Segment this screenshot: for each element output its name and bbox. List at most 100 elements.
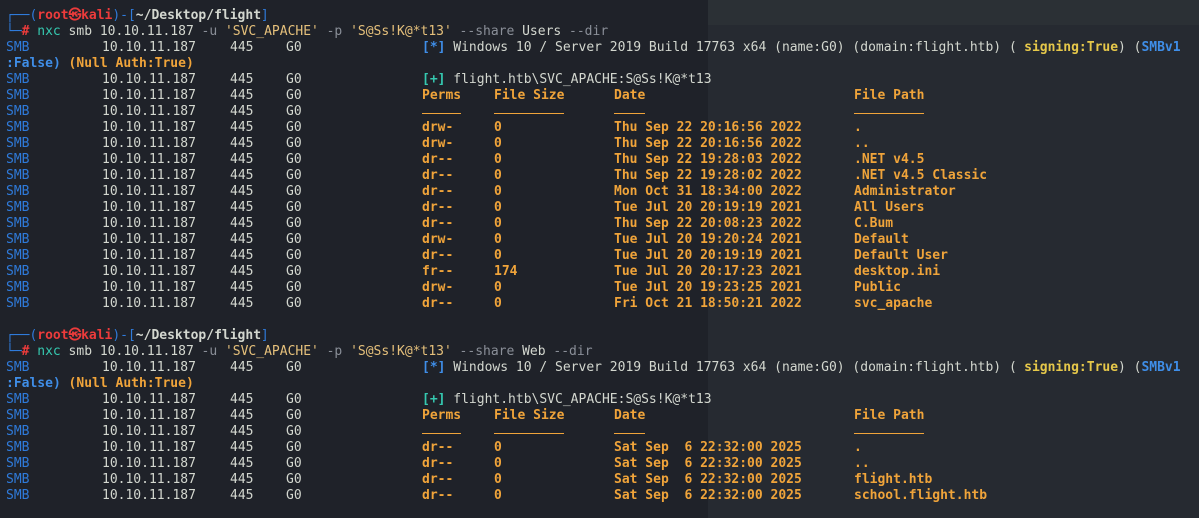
- header-size: File Size: [494, 88, 565, 103]
- target-host: G0: [286, 424, 302, 439]
- info-line: SMB 10.10.11.187 445 G0 [*] Windows 10 / Serv…: [0, 40, 1199, 56]
- protocol-label: SMB: [6, 280, 30, 295]
- prompt-bracket: ]: [260, 8, 269, 23]
- header-path: File Path: [854, 408, 925, 423]
- target-ip: 10.10.11.187: [102, 136, 196, 151]
- listing-row: SMB 10.10.11.187 445 G0 dr-- 0 Tue Jul 20 20:1…: [0, 248, 1199, 264]
- row-size: 0: [494, 216, 502, 231]
- target-port: 445: [230, 472, 254, 487]
- target-port: 445: [230, 264, 254, 279]
- header-perms: Perms: [422, 408, 462, 423]
- row-size: 0: [494, 456, 502, 471]
- target-host: G0: [286, 488, 302, 503]
- header-underline: [422, 104, 462, 114]
- target-port: 445: [230, 280, 254, 295]
- target-port: 445: [230, 296, 254, 311]
- smbv1-status: SMBv1: [1141, 40, 1181, 55]
- target-ip: 10.10.11.187: [102, 280, 196, 295]
- info-text: ) (: [1117, 360, 1142, 375]
- target-host: G0: [286, 248, 302, 263]
- smbv1-status: SMBv1: [1141, 360, 1181, 375]
- target-host: G0: [286, 392, 302, 407]
- protocol-label: SMB: [6, 136, 30, 151]
- target-host: G0: [286, 456, 302, 471]
- header-underline: [614, 104, 646, 114]
- target-ip: 10.10.11.187: [102, 120, 196, 135]
- header-path: File Path: [854, 88, 925, 103]
- target-host: G0: [286, 296, 302, 311]
- info-text: Windows 10 / Server 2019 Build 17763 x64…: [453, 40, 1017, 55]
- target-ip: 10.10.11.187: [102, 152, 196, 167]
- row-path: All Users: [854, 200, 925, 215]
- prompt-path: ~/Desktop/flight: [135, 8, 262, 23]
- target-port: 445: [230, 104, 254, 119]
- target-host: G0: [286, 280, 302, 295]
- prompt-bracket: )-[: [112, 8, 136, 23]
- auth-line: SMB 10.10.11.187 445 G0 [+] flight.htb\SVC_AP…: [0, 72, 1199, 88]
- row-date: Thu Sep 22 19:28:03 2022: [614, 152, 802, 167]
- target-ip: 10.10.11.187: [102, 232, 196, 247]
- row-date: Thu Sep 22 20:08:23 2022: [614, 216, 802, 231]
- listing-header: SMB 10.10.11.187 445 G0 Perms File Size Date Fi…: [0, 408, 1199, 424]
- command-flag: --dir: [553, 344, 593, 359]
- header-date: Date: [614, 88, 646, 103]
- target-ip: 10.10.11.187: [102, 360, 196, 375]
- row-path: ..: [854, 456, 870, 471]
- row-perms: drw-: [422, 120, 454, 135]
- row-size: 0: [494, 296, 502, 311]
- prompt-hash: #: [21, 24, 30, 39]
- target-port: 445: [230, 72, 254, 87]
- prompt-corner: └─: [6, 24, 22, 39]
- target-host: G0: [286, 104, 302, 119]
- row-perms: dr--: [422, 184, 454, 199]
- target-ip: 10.10.11.187: [102, 40, 196, 55]
- row-path: svc_apache: [854, 296, 933, 311]
- target-port: 445: [230, 248, 254, 263]
- target-ip: 10.10.11.187: [102, 472, 196, 487]
- prompt-host: kali: [81, 8, 113, 23]
- target-ip: 10.10.11.187: [102, 88, 196, 103]
- header-underline: [614, 424, 646, 434]
- target-ip: 10.10.11.187: [102, 200, 196, 215]
- row-size: 0: [494, 168, 502, 183]
- info-text: ) (: [1117, 40, 1142, 55]
- row-perms: dr--: [422, 440, 454, 455]
- target-host: G0: [286, 88, 302, 103]
- protocol-label: SMB: [6, 456, 30, 471]
- target-ip: 10.10.11.187: [102, 184, 196, 199]
- target-ip: 10.10.11.187: [102, 264, 196, 279]
- target-port: 445: [230, 216, 254, 231]
- protocol-label: SMB: [6, 296, 30, 311]
- row-path: Default: [854, 232, 909, 247]
- row-date: Thu Sep 22 20:16:56 2022: [614, 136, 802, 151]
- protocol-label: SMB: [6, 200, 30, 215]
- target-host: G0: [286, 232, 302, 247]
- target-host: G0: [286, 440, 302, 455]
- protocol-label: SMB: [6, 440, 30, 455]
- target-port: 445: [230, 88, 254, 103]
- info-marker: [*]: [422, 360, 446, 375]
- row-date: Sat Sep 6 22:32:00 2025: [614, 472, 802, 487]
- target-port: 445: [230, 168, 254, 183]
- prompt-host: kali: [81, 328, 113, 343]
- command-string: 'SVC_APACHE': [224, 344, 319, 359]
- row-date: Sat Sep 6 22:32:00 2025: [614, 440, 802, 455]
- command-share: Web: [522, 344, 546, 359]
- info-marker: [*]: [422, 40, 446, 55]
- auth-line: SMB 10.10.11.187 445 G0 [+] flight.htb\SVC_AP…: [0, 392, 1199, 408]
- row-size: 0: [494, 232, 502, 247]
- target-ip: 10.10.11.187: [102, 296, 196, 311]
- header-underline: [854, 104, 925, 114]
- target-host: G0: [286, 120, 302, 135]
- listing-row: SMB 10.10.11.187 445 G0 drw- 0 Tue Jul 20 19:2…: [0, 280, 1199, 296]
- row-perms: drw-: [422, 136, 454, 151]
- row-perms: dr--: [422, 456, 454, 471]
- target-ip: 10.10.11.187: [102, 456, 196, 471]
- terminal-window[interactable]: ┌──(root ㉿ kali)-[~/Desktop/flight] └─ # nxc s…: [0, 0, 1199, 518]
- protocol-label: SMB: [6, 72, 30, 87]
- prompt-hash: #: [21, 344, 30, 359]
- protocol-label: SMB: [6, 168, 30, 183]
- row-date: Tue Jul 20 19:20:24 2021: [614, 232, 802, 247]
- command-flag: -p: [326, 24, 343, 39]
- row-perms: dr--: [422, 216, 454, 231]
